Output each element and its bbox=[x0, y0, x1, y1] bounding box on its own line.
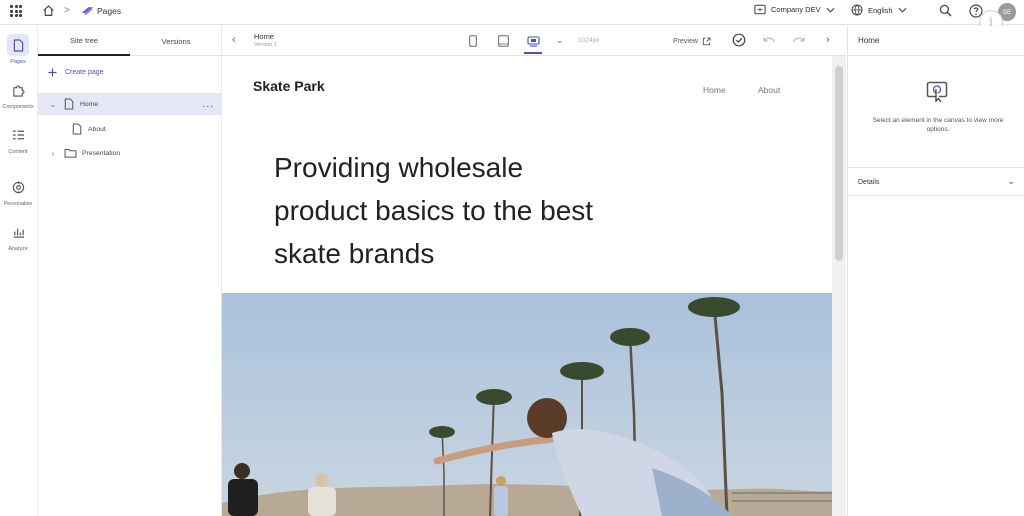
breadcrumb-separator: > bbox=[64, 5, 70, 16]
chevron-right-icon[interactable]: › bbox=[48, 149, 58, 158]
chevron-down-icon[interactable]: ⌄ bbox=[48, 100, 58, 109]
properties-hint: Select an element in the canvas to view … bbox=[872, 117, 1004, 133]
puzzle-icon bbox=[12, 84, 25, 97]
site-name: Company DEV bbox=[771, 5, 821, 14]
more-options-icon[interactable]: ... bbox=[203, 99, 214, 110]
canvas-scrollbar[interactable] bbox=[832, 56, 846, 516]
chevron-down-icon bbox=[898, 7, 907, 13]
app-launcher-icon[interactable] bbox=[10, 5, 22, 17]
nav-rail: Pages Components Content Personalize Ana… bbox=[0, 26, 38, 516]
home-icon[interactable] bbox=[42, 4, 55, 17]
hero-line: product basics to the best bbox=[274, 195, 594, 226]
tree-item-presentation[interactable]: › Presentation bbox=[38, 142, 222, 164]
preview-label: Preview bbox=[673, 38, 698, 45]
search-icon[interactable] bbox=[939, 4, 952, 17]
page-icon bbox=[72, 123, 82, 135]
scrollbar-thumb[interactable] bbox=[835, 66, 843, 261]
canvas-toolbar: ‹ Home Version 1 ⌄ 1024px Preview › bbox=[222, 26, 846, 56]
chevron-right-icon[interactable]: › bbox=[826, 34, 830, 46]
nav-item-personalize[interactable]: Personalize bbox=[0, 176, 36, 207]
site-brand[interactable]: Skate Park bbox=[253, 78, 325, 94]
top-bar: > Pages Company DEV English SE bbox=[0, 0, 1024, 25]
site-icon bbox=[754, 4, 766, 15]
tab-versions[interactable]: Versions bbox=[130, 26, 222, 56]
tablet-view-button[interactable] bbox=[494, 32, 512, 50]
desktop-icon bbox=[526, 35, 540, 47]
site-nav-home[interactable]: Home bbox=[703, 85, 726, 95]
mobile-icon bbox=[469, 35, 477, 47]
target-icon bbox=[12, 180, 24, 194]
canvas-page-title: Home bbox=[254, 32, 275, 41]
tree-item-label: About bbox=[88, 125, 106, 133]
site-tree-panel: Site tree Versions Create page ⌄ Home ..… bbox=[38, 26, 222, 516]
create-page-label: Create page bbox=[65, 69, 104, 76]
nav-item-pages[interactable]: Pages bbox=[0, 34, 36, 65]
tree-item-about[interactable]: About bbox=[38, 118, 222, 140]
undo-icon[interactable] bbox=[762, 36, 776, 45]
create-page-button[interactable]: Create page bbox=[48, 68, 104, 77]
tablet-icon bbox=[497, 35, 509, 47]
properties-panel: Home Select an element in the canvas to … bbox=[847, 26, 1024, 516]
hero-title[interactable]: Providing wholesale product basics to th… bbox=[274, 146, 694, 275]
nav-label: Analyze bbox=[8, 246, 28, 252]
plus-icon bbox=[48, 68, 57, 77]
check-circle-icon[interactable] bbox=[732, 33, 746, 47]
redo-icon[interactable] bbox=[792, 36, 806, 45]
mobile-view-button[interactable] bbox=[464, 32, 482, 50]
folder-icon bbox=[64, 148, 77, 158]
hero-line: skate brands bbox=[274, 238, 435, 269]
page-icon bbox=[13, 38, 23, 52]
properties-header: Home bbox=[848, 26, 1024, 56]
nav-label: Personalize bbox=[3, 201, 33, 207]
nav-label: Components bbox=[2, 104, 34, 110]
details-label: Details bbox=[858, 179, 880, 186]
hero-line: Providing wholesale bbox=[274, 152, 524, 183]
skatepark-photo bbox=[222, 293, 832, 516]
preview-button[interactable]: Preview bbox=[673, 37, 711, 46]
tree-tabs: Site tree Versions bbox=[38, 26, 222, 56]
tree-item-label: Presentation bbox=[82, 149, 121, 157]
content-icon bbox=[12, 130, 24, 140]
external-link-icon bbox=[702, 37, 711, 46]
properties-title: Home bbox=[858, 36, 880, 45]
hero-image[interactable] bbox=[222, 293, 832, 516]
globe-icon bbox=[851, 4, 863, 16]
chevron-down-icon bbox=[826, 7, 835, 13]
site-selector[interactable]: Company DEV bbox=[754, 4, 835, 15]
nav-label: Content bbox=[8, 149, 28, 155]
breadcrumb-pages[interactable]: Pages bbox=[97, 6, 121, 16]
page-preview[interactable]: Skate Park Home About Providing wholesal… bbox=[222, 56, 832, 516]
chevron-down-icon[interactable]: ⌄ bbox=[1007, 176, 1015, 187]
chevron-down-icon[interactable]: ⌄ bbox=[556, 35, 564, 46]
tree-item-home[interactable]: ⌄ Home ... bbox=[38, 93, 222, 115]
tab-site-tree[interactable]: Site tree bbox=[38, 26, 130, 56]
desktop-view-button[interactable] bbox=[524, 30, 542, 54]
nav-label: Pages bbox=[10, 59, 26, 65]
analyze-icon bbox=[13, 228, 24, 238]
nav-item-content[interactable]: Content bbox=[0, 124, 36, 155]
page-icon bbox=[64, 98, 74, 110]
nav-item-analyze[interactable]: Analyze bbox=[0, 221, 36, 252]
chevron-left-icon[interactable]: ‹ bbox=[232, 34, 236, 46]
tree-item-label: Home bbox=[80, 100, 99, 108]
canvas-width-label: 1024px bbox=[578, 37, 600, 44]
canvas-page-version: Version 1 bbox=[254, 42, 277, 48]
nav-item-components[interactable]: Components bbox=[0, 79, 36, 110]
language-label: English bbox=[868, 5, 893, 15]
details-section[interactable]: Details ⌄ bbox=[848, 167, 1024, 196]
select-element-icon bbox=[926, 81, 948, 103]
editor-canvas[interactable]: Skate Park Home About Providing wholesal… bbox=[222, 56, 846, 516]
pages-breadcrumb-icon bbox=[81, 7, 94, 15]
site-nav-about[interactable]: About bbox=[758, 85, 780, 95]
language-selector[interactable]: English bbox=[851, 4, 907, 16]
